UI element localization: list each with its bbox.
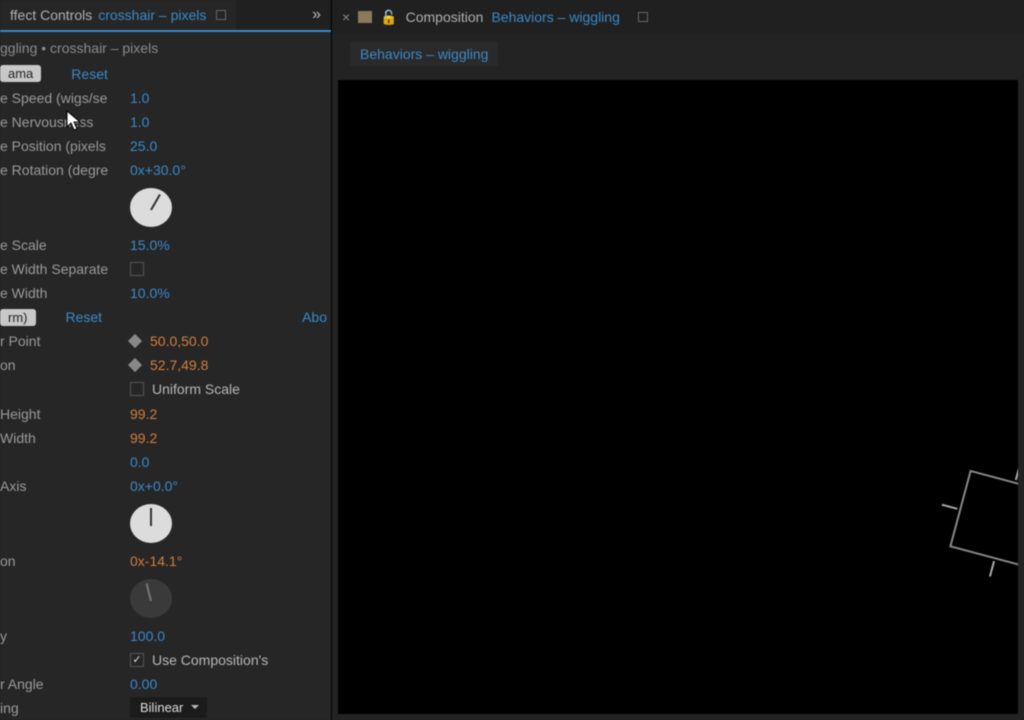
about-link[interactable]: Abo <box>302 309 327 325</box>
prop-value[interactable]: 10.0% <box>130 285 170 301</box>
prop-value[interactable]: 0.00 <box>130 676 157 692</box>
prop-label: e Rotation (degre <box>0 162 130 178</box>
prop-label: ing <box>0 700 130 716</box>
prop-value[interactable]: 52.7,49.8 <box>150 357 208 373</box>
prop-wiggle-width: e Width 10.0% <box>0 281 331 305</box>
checkbox-width-separate[interactable] <box>130 262 144 276</box>
prop-shutter-angle: r Angle 0.00 <box>0 672 331 696</box>
prop-opacity: y 100.0 <box>0 624 331 648</box>
prop-label: y <box>0 628 130 644</box>
prop-wiggle-nervousness: e Nervousness 1.0 <box>0 110 331 134</box>
sampling-dropdown[interactable]: Bilinear <box>130 697 207 718</box>
prop-scale-width: Width 99.2 <box>0 426 331 450</box>
prop-wiggle-rotation: e Rotation (degre 0x+30.0° <box>0 158 331 182</box>
composition-subtab-row: Behaviors – wiggling <box>332 34 1024 74</box>
prop-value[interactable]: 99.2 <box>130 430 157 446</box>
prop-label: e Scale <box>0 237 130 253</box>
effect-controls-layer-link[interactable]: crosshair – pixels <box>98 7 206 23</box>
prop-value[interactable]: 50.0,50.0 <box>150 333 208 349</box>
composition-subtab[interactable]: Behaviors – wiggling <box>350 42 498 66</box>
prop-label: e Width Separate <box>0 261 130 277</box>
prop-value[interactable]: 0.0 <box>130 454 149 470</box>
effect-controls-tab-bar: ffect Controls crosshair – pixels » <box>0 0 331 32</box>
prop-wiggle-position: e Position (pixels 25.0 <box>0 134 331 158</box>
prop-label: e Position (pixels <box>0 138 130 154</box>
composition-tab-bar: × 🔓 Composition Behaviors – wiggling <box>332 0 1024 34</box>
prop-label: Width <box>0 430 130 446</box>
crosshair-layer[interactable] <box>949 470 1018 571</box>
close-panel-icon[interactable] <box>216 10 226 20</box>
prop-value[interactable]: 1.0 <box>130 90 149 106</box>
prop-wiggle-scale: e Scale 15.0% <box>0 233 331 257</box>
prop-sub-label: Use Composition's <box>152 652 268 668</box>
prop-wiggle-width-separate: e Width Separate <box>0 257 331 281</box>
rotation-dial-dark[interactable] <box>130 579 172 618</box>
effect-name-wigglerama: ama <box>0 65 41 82</box>
prop-label: e Nervousness <box>0 114 130 130</box>
prop-value[interactable]: 15.0% <box>130 237 170 253</box>
prop-skew-axis: Axis 0x+0.0° <box>0 474 331 498</box>
composition-thumb-icon <box>358 11 372 23</box>
prop-value[interactable]: 1.0 <box>130 114 149 130</box>
composition-tab-label: Composition <box>406 9 484 25</box>
prop-value[interactable]: 99.2 <box>130 406 157 422</box>
prop-uniform-scale: Uniform Scale <box>0 377 331 401</box>
rotation-dial[interactable] <box>130 188 172 227</box>
prop-label: e Speed (wigs/se <box>0 90 130 106</box>
prop-value[interactable]: 0x-14.1° <box>130 553 182 569</box>
effect-controls-tab[interactable]: ffect Controls crosshair – pixels <box>0 0 236 30</box>
prop-anchor-point: r Point 50.0,50.0 <box>0 329 331 353</box>
panel-expand-icon[interactable]: » <box>312 6 321 24</box>
prop-sampling: ing Bilinear <box>0 696 331 720</box>
prop-wiggle-speed: e Speed (wigs/se 1.0 <box>0 86 331 110</box>
prop-label: r Angle <box>0 676 130 692</box>
prop-use-composition-shutter: ✓ Use Composition's <box>0 648 331 672</box>
reset-link[interactable]: Reset <box>71 66 108 82</box>
effect-name-transform: rm) <box>0 309 36 326</box>
prop-label: Height <box>0 406 130 422</box>
prop-value[interactable]: 100.0 <box>130 628 165 644</box>
prop-label: Axis <box>0 478 130 494</box>
prop-rotation: on 0x-14.1° <box>0 549 331 573</box>
prop-label: r Point <box>0 333 130 349</box>
prop-label: on <box>0 357 130 373</box>
prop-position: on 52.7,49.8 <box>0 353 331 377</box>
breadcrumb: ggling • crosshair – pixels <box>0 32 331 62</box>
lock-icon[interactable]: 🔓 <box>380 9 397 26</box>
keyframe-diamond-icon[interactable] <box>128 358 142 372</box>
prop-sub-label: Uniform Scale <box>152 381 240 397</box>
checkbox-uniform-scale[interactable] <box>130 382 144 396</box>
effect-controls-label: ffect Controls <box>10 7 92 23</box>
skew-axis-dial[interactable] <box>130 504 172 543</box>
prop-label: e Width <box>0 285 130 301</box>
composition-name-link[interactable]: Behaviors – wiggling <box>491 9 619 25</box>
keyframe-diamond-icon[interactable] <box>128 334 142 348</box>
reset-link[interactable]: Reset <box>66 309 103 325</box>
prop-value[interactable]: 25.0 <box>130 138 157 154</box>
prop-skew: 0.0 <box>0 450 331 474</box>
checkbox-use-composition[interactable]: ✓ <box>130 653 144 667</box>
prop-value[interactable]: 0x+0.0° <box>130 478 178 494</box>
prop-label: on <box>0 553 130 569</box>
close-panel-icon[interactable] <box>638 12 648 22</box>
composition-viewer[interactable] <box>338 80 1018 714</box>
prop-value[interactable]: 0x+30.0° <box>130 162 186 178</box>
prop-scale-height: Height 99.2 <box>0 401 331 425</box>
effect-header-wigglerama[interactable]: ama Reset <box>0 62 331 86</box>
effect-header-transform[interactable]: rm) Reset Abo <box>0 305 331 329</box>
